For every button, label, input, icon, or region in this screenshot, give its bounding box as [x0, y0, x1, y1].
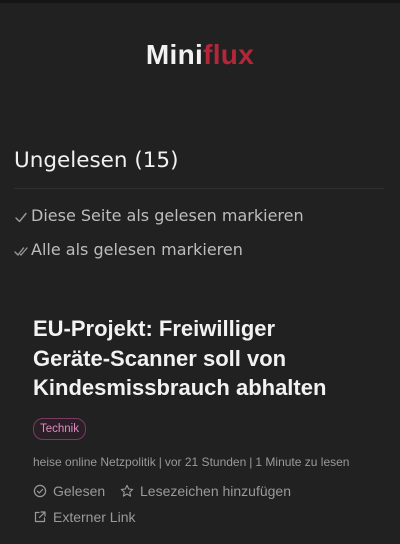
mark-page-read-label: Diese Seite als gelesen markieren [31, 206, 304, 225]
double-check-icon [14, 244, 30, 258]
check-circle-icon [33, 484, 47, 498]
entry-title-line: Geräte-Scanner soll von [33, 345, 287, 371]
page-header-divider [14, 188, 384, 189]
bookmark-button[interactable]: Lesezeichen hinzufügen [120, 482, 291, 500]
logo[interactable]: Miniflux [0, 38, 400, 72]
page-title: Ungelesen (15) [14, 148, 179, 173]
external-link-button[interactable]: Externer Link [33, 508, 135, 526]
mark-read-label: Gelesen [53, 483, 106, 499]
mark-all-read-link[interactable]: Alle als gelesen markieren [14, 239, 243, 261]
top-bar [0, 0, 400, 3]
star-icon [120, 484, 134, 498]
meta-separator: | [158, 455, 162, 469]
reading-time: 1 Minute zu lesen [255, 455, 350, 469]
entry-title-line: Kindesmissbrauch abhalten [33, 375, 327, 400]
entry-meta: heise online Netzpolitik | vor 21 Stunden |… [33, 454, 349, 470]
mark-all-read-label: Alle als gelesen markieren [31, 240, 243, 259]
logo-part-flux: flux [203, 39, 255, 70]
check-icon [14, 210, 30, 224]
mark-page-read-link[interactable]: Diese Seite als gelesen markieren [14, 205, 304, 227]
entry-title-link[interactable]: EU-Projekt: Freiwilliger Geräte-Scanner … [33, 314, 383, 403]
category-tag[interactable]: Technik [33, 418, 86, 440]
external-link-icon [33, 510, 47, 524]
mark-read-button[interactable]: Gelesen [33, 482, 105, 500]
feed-name-link[interactable]: heise online Netzpolitik [33, 455, 156, 469]
entry-title-line: EU-Projekt: Freiwilliger [33, 316, 276, 341]
external-link-label: Externer Link [53, 509, 136, 525]
entry-date: vor 21 Stunden [164, 455, 247, 469]
bookmark-label: Lesezeichen hinzufügen [140, 483, 292, 499]
logo-part-mini: Mini [145, 39, 204, 70]
